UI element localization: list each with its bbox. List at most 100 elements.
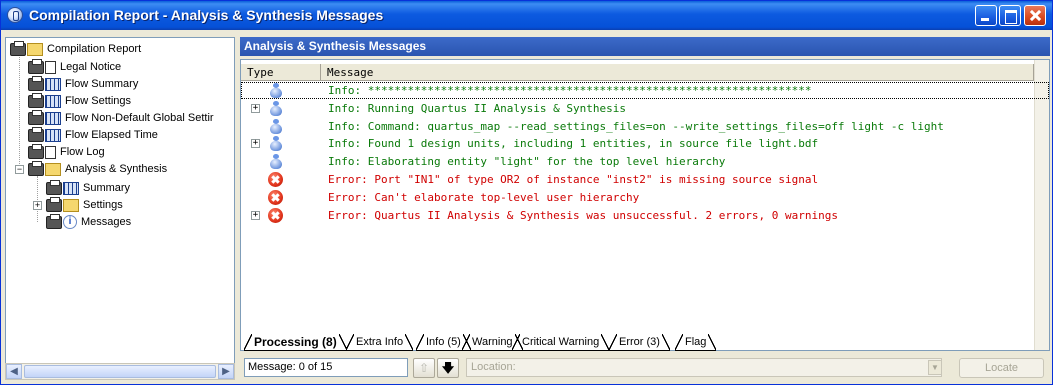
tree-item-summary[interactable]: Summary xyxy=(46,179,131,197)
tree-connector xyxy=(19,57,20,166)
tree-item-label: Flow Elapsed Time xyxy=(65,129,158,141)
tree-item-flow-elapsed-time[interactable]: Flow Elapsed Time xyxy=(28,126,158,144)
expand-icon[interactable]: + xyxy=(33,201,42,210)
info-icon xyxy=(268,100,284,117)
tab-edge xyxy=(675,334,683,350)
message-text: Info: Running Quartus II Analysis & Synt… xyxy=(328,101,627,115)
status-bar: Message: 0 of 15 ⇧ 🡇 Location: ▼ Locate xyxy=(240,356,1050,381)
messages-list: Type Message Info: *********************… xyxy=(240,59,1050,351)
tab-edge xyxy=(416,334,424,350)
tree-item-flow-settings[interactable]: Flow Settings xyxy=(28,92,132,110)
tab-edge xyxy=(346,334,354,350)
document-icon xyxy=(45,145,56,159)
printer-icon xyxy=(28,75,44,91)
location-dropdown-icon[interactable]: ▼ xyxy=(928,360,942,375)
tree-item-label: Settings xyxy=(83,199,123,211)
location-placeholder: Location: xyxy=(471,361,516,373)
window-title: Compilation Report - Analysis & Synthesi… xyxy=(29,7,384,23)
tab-edge xyxy=(512,334,520,350)
collapse-icon[interactable]: − xyxy=(15,165,24,174)
error-message-row[interactable]: + Error: Quartus II Analysis & Synthesis … xyxy=(241,207,1049,224)
info-message-row[interactable]: Info: Elaborating entity "light" for the… xyxy=(241,153,1049,170)
message-text: Info: **********************************… xyxy=(328,84,812,97)
tree-item-flow-non-default-global-settir[interactable]: Flow Non-Default Global Settir xyxy=(28,109,214,127)
tab-label: Extra Info xyxy=(356,336,404,348)
printer-icon xyxy=(46,213,62,229)
tree-item-flow-log[interactable]: Flow Log xyxy=(28,143,105,161)
tab-label: Critical Warning xyxy=(522,336,600,348)
tab-edge xyxy=(405,334,414,350)
tree-item-settings[interactable]: Settings xyxy=(46,196,123,214)
tree-item-compilation-report[interactable]: Compilation Report xyxy=(10,40,141,58)
message-text: Info: Found 1 design units, including 1 … xyxy=(328,137,819,151)
message-text: Error: Port "IN1" of type OR2 of instanc… xyxy=(328,173,819,186)
column-header-message[interactable]: Message xyxy=(321,64,1034,81)
tree-item-messages[interactable]: i Messages xyxy=(46,213,132,231)
printer-icon xyxy=(28,143,44,159)
tab-processing-8[interactable]: Processing (8) xyxy=(244,334,347,351)
title-bar[interactable]: Compilation Report - Analysis & Synthesi… xyxy=(1,1,1052,30)
message-text: Error: Can't elaborate top-level user hi… xyxy=(328,190,640,204)
quartus-app-icon xyxy=(7,7,23,23)
tab-error-3[interactable]: Error (3) xyxy=(609,334,670,351)
scroll-thumb[interactable] xyxy=(24,365,216,378)
table-icon xyxy=(45,111,61,125)
tree-horizontal-scrollbar[interactable]: ◀ ▶ xyxy=(5,363,235,380)
printer-icon xyxy=(28,160,44,176)
info-message-row[interactable]: + Info: Running Quartus II Analysis & Syn… xyxy=(241,100,1049,117)
minimize-button[interactable] xyxy=(975,5,997,26)
message-tabs: Processing (8) Extra Info Info (5) Warning C… xyxy=(244,334,1050,351)
tree-item-label: Flow Non-Default Global Settir xyxy=(65,112,214,124)
info-message-row[interactable]: Info: Command: quartus_map --read_settin… xyxy=(241,118,1049,135)
tree-item-label: Flow Settings xyxy=(65,95,132,107)
previous-message-button[interactable]: ⇧ xyxy=(413,358,435,378)
tree-item-analysis-synthesis[interactable]: Analysis & Synthesis xyxy=(28,160,167,178)
tree-item-label: Legal Notice xyxy=(60,61,122,73)
table-icon xyxy=(45,77,61,91)
scroll-right-icon[interactable]: ▶ xyxy=(218,364,234,379)
report-tree: Compilation Report Legal Notice Flow Summa… xyxy=(5,37,235,379)
close-button[interactable] xyxy=(1024,5,1046,26)
folder-icon xyxy=(45,162,61,176)
tab-extra-info[interactable]: Extra Info xyxy=(346,334,414,351)
expand-icon[interactable]: + xyxy=(251,139,260,149)
expand-icon[interactable]: + xyxy=(251,210,260,220)
info-message-row[interactable]: Info: **********************************… xyxy=(241,82,1049,99)
tab-edge xyxy=(244,334,252,350)
expand-icon[interactable]: + xyxy=(251,103,260,113)
error-icon xyxy=(268,172,283,187)
table-icon xyxy=(45,128,61,142)
scroll-left-icon[interactable]: ◀ xyxy=(6,364,22,379)
next-message-button[interactable]: 🡇 xyxy=(437,358,459,378)
tree-item-label: Messages xyxy=(81,216,132,228)
message-text: Info: Command: quartus_map --read_settin… xyxy=(328,119,944,133)
error-message-row[interactable]: Error: Port "IN1" of type OR2 of instanc… xyxy=(241,171,1049,188)
folder-icon xyxy=(63,198,79,212)
tab-flag[interactable]: Flag xyxy=(675,334,717,351)
info-icon: i xyxy=(63,215,77,230)
table-icon xyxy=(63,181,79,195)
maximize-button[interactable] xyxy=(999,5,1021,26)
tab-edge xyxy=(462,334,470,350)
location-field[interactable]: Location: ▼ xyxy=(466,358,942,377)
error-message-row[interactable]: Error: Can't elaborate top-level user hi… xyxy=(241,189,1049,206)
printer-icon xyxy=(46,196,62,212)
tree-item-label: Summary xyxy=(83,182,131,194)
info-icon xyxy=(268,83,284,99)
error-icon xyxy=(268,189,283,205)
tab-critical-warning[interactable]: Critical Warning xyxy=(512,334,610,351)
column-header-type[interactable]: Type xyxy=(241,64,321,81)
tree-item-label: Flow Log xyxy=(60,146,105,158)
info-icon xyxy=(268,118,284,135)
message-counter: Message: 0 of 15 xyxy=(244,358,408,377)
tree-item-legal-notice[interactable]: Legal Notice xyxy=(28,58,122,76)
tree-item-flow-summary[interactable]: Flow Summary xyxy=(28,75,139,93)
message-text: Error: Quartus II Analysis & Synthesis w… xyxy=(328,208,838,222)
printer-icon xyxy=(10,40,26,56)
panel-title: Analysis & Synthesis Messages xyxy=(240,37,1050,56)
tree-item-label: Flow Summary xyxy=(65,78,139,90)
info-message-row[interactable]: + Info: Found 1 design units, including 1… xyxy=(241,135,1049,152)
message-text: Info: Elaborating entity "light" for the… xyxy=(328,155,726,169)
tab-label: Info (5) xyxy=(426,336,461,348)
locate-button[interactable]: Locate xyxy=(959,358,1044,378)
